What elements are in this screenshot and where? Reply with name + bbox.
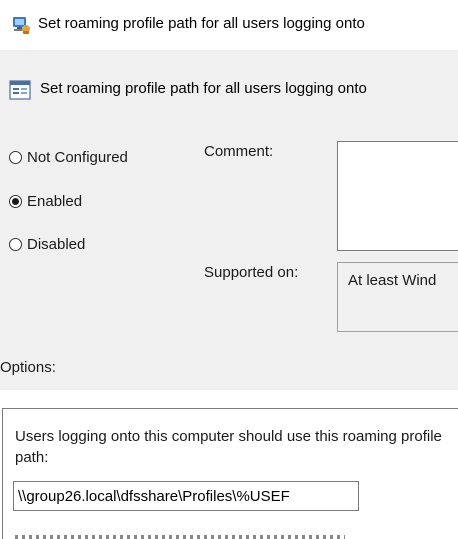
radio-not-configured[interactable]: Not Configured bbox=[9, 149, 128, 166]
roaming-profile-path-input[interactable] bbox=[13, 481, 359, 511]
radio-disabled[interactable]: Disabled bbox=[9, 236, 85, 253]
group-policy-icon bbox=[10, 14, 32, 36]
window-title-bar[interactable]: Set roaming profile path for all users l… bbox=[0, 0, 458, 50]
policy-editor-window: Set roaming profile path for all users l… bbox=[0, 0, 458, 539]
policy-name: Set roaming profile path for all users l… bbox=[40, 80, 367, 97]
radio-button-checked-icon[interactable] bbox=[9, 195, 22, 208]
radio-label: Disabled bbox=[27, 236, 86, 253]
policy-setting-icon bbox=[9, 80, 31, 100]
policy-header: Set roaming profile path for all users l… bbox=[0, 50, 458, 120]
comment-textarea[interactable] bbox=[337, 141, 458, 251]
radio-button-icon[interactable] bbox=[9, 151, 22, 164]
supported-on-label: Supported on: bbox=[204, 264, 299, 281]
options-panel: Users logging onto this computer should … bbox=[2, 408, 458, 539]
options-label: Options: bbox=[0, 359, 56, 376]
radio-label: Enabled bbox=[27, 193, 83, 210]
supported-on-box: At least Wind bbox=[337, 262, 458, 332]
radio-label: Not Configured bbox=[27, 149, 128, 166]
supported-on-value: At least Wind bbox=[348, 272, 437, 289]
window-title: Set roaming profile path for all users l… bbox=[38, 15, 365, 32]
radio-button-icon[interactable] bbox=[9, 238, 22, 251]
truncated-text-line bbox=[15, 535, 345, 539]
radio-enabled[interactable]: Enabled bbox=[9, 193, 82, 210]
comment-label: Comment: bbox=[204, 143, 274, 160]
options-description: Users logging onto this computer should … bbox=[15, 428, 442, 466]
